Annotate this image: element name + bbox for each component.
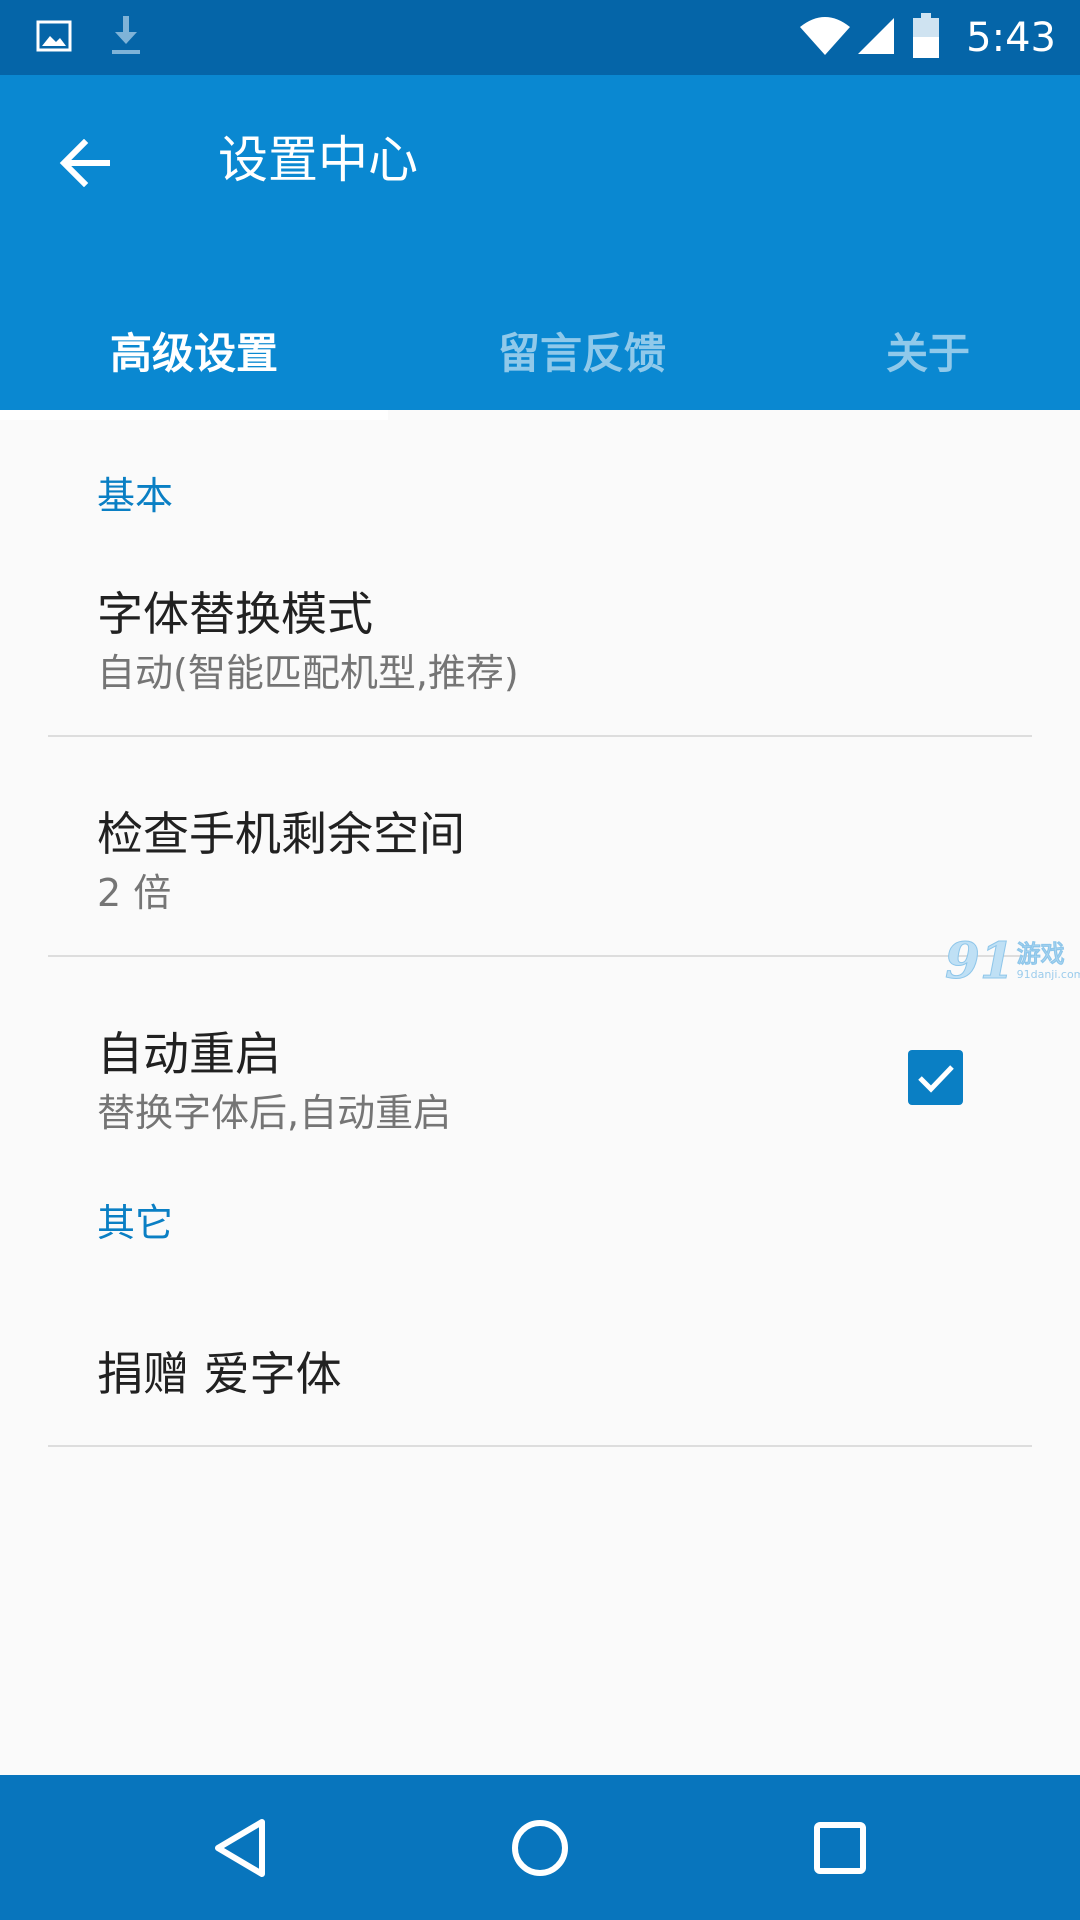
signal-icon: [856, 16, 896, 60]
nav-back-button[interactable]: [170, 1775, 310, 1920]
check-icon: [917, 1064, 954, 1093]
tab-advanced-settings[interactable]: 高级设置: [0, 290, 388, 420]
divider: [48, 1445, 1032, 1447]
app-bar: 设置中心 高级设置 留言反馈 关于: [0, 75, 1080, 420]
section-header-basic: 基本: [97, 474, 174, 518]
arrow-back-icon: [59, 139, 110, 187]
pref-check-free-space[interactable]: 检查手机剩余空间 2 倍: [0, 770, 1080, 942]
tab-label: 留言反馈: [497, 328, 666, 378]
home-circle-icon: [512, 1819, 568, 1876]
watermark-text: 游戏: [1016, 940, 1065, 969]
watermark-text-group: 游戏 91danji.com: [1016, 940, 1080, 982]
back-button[interactable]: [48, 127, 120, 199]
battery-icon: [912, 12, 940, 63]
watermark-number: 91: [945, 931, 1016, 990]
pref-summary: 替换字体后,自动重启: [97, 1091, 452, 1135]
auto-restart-checkbox[interactable]: [908, 1050, 963, 1105]
pref-auto-restart[interactable]: 自动重启 替换字体后,自动重启: [0, 990, 1080, 1162]
wifi-icon: [798, 15, 852, 61]
divider: [48, 735, 1032, 737]
status-clock: 5:43: [966, 14, 1056, 61]
pref-title: 自动重启: [97, 1027, 281, 1081]
tab-about[interactable]: 关于: [776, 290, 1080, 410]
watermark-logo: 91 游戏 91danji.com: [945, 932, 1080, 990]
nav-recents-button[interactable]: [770, 1775, 910, 1920]
status-bar-left: [36, 16, 144, 60]
pref-title: 字体替换模式: [97, 587, 373, 641]
status-bar-right: 5:43: [798, 0, 1056, 75]
image-icon: [36, 18, 72, 58]
tab-bar: 高级设置 留言反馈 关于: [0, 290, 1080, 420]
pref-title: 捐赠 爱字体: [97, 1347, 342, 1401]
pref-title: 检查手机剩余空间: [97, 807, 465, 861]
navigation-bar: [0, 1775, 1080, 1920]
nav-home-button[interactable]: [470, 1775, 610, 1920]
tab-label: 高级设置: [109, 328, 278, 378]
section-header-other: 其它: [97, 1201, 174, 1245]
page-title: 设置中心: [218, 131, 418, 189]
back-triangle-icon: [215, 1818, 265, 1877]
download-icon: [108, 14, 144, 62]
recents-square-icon: [814, 1821, 866, 1874]
divider: [48, 955, 1032, 957]
pref-summary: 自动(智能匹配机型,推荐): [97, 651, 519, 695]
watermark-url: 91danji.com: [1016, 968, 1080, 981]
tab-label: 关于: [885, 328, 970, 378]
pref-summary: 2 倍: [97, 871, 172, 915]
status-bar: 5:43: [0, 0, 1080, 75]
pref-donate[interactable]: 捐赠 爱字体: [0, 1270, 1080, 1440]
tab-feedback[interactable]: 留言反馈: [388, 290, 776, 410]
tab-indicator: [0, 410, 388, 420]
pref-font-replace-mode[interactable]: 字体替换模式 自动(智能匹配机型,推荐): [0, 550, 1080, 722]
